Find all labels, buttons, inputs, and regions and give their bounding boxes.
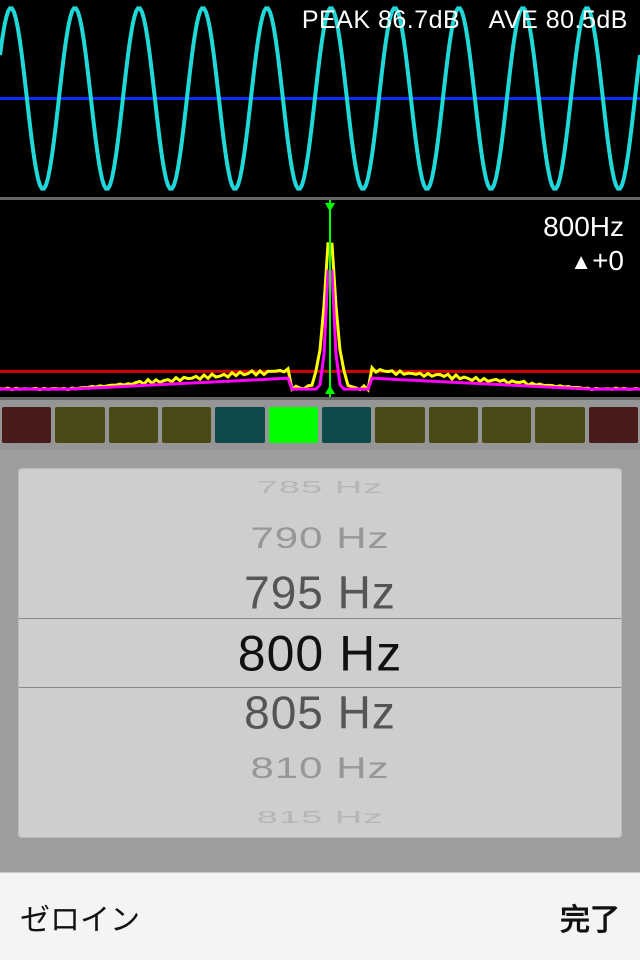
band-cell-8[interactable] <box>429 407 478 443</box>
picker-item[interactable]: 800 Hz <box>19 622 621 685</box>
spectrum-readout: 800Hz ▲+0 <box>543 210 624 277</box>
band-cell-4[interactable] <box>215 407 264 443</box>
done-button[interactable]: 完了 <box>560 895 620 939</box>
cursor-top-icon <box>325 203 335 212</box>
peak-label: PEAK <box>302 6 371 34</box>
cursor-bottom-icon <box>325 385 335 394</box>
picker-item[interactable]: 785 Hz <box>19 477 621 498</box>
band-cell-7[interactable] <box>375 407 424 443</box>
ave-label: AVE <box>489 6 539 34</box>
frequency-picker[interactable]: 785 Hz 790 Hz 795 Hz800 Hz805 Hz 810 Hz 815 … <box>18 468 622 838</box>
band-cell-5[interactable] <box>269 407 318 443</box>
band-cell-9[interactable] <box>482 407 531 443</box>
band-cell-0[interactable] <box>2 407 51 443</box>
band-cell-1[interactable] <box>55 407 104 443</box>
level-readout: PEAK 86.7dB AVE 80.5dB <box>0 6 628 35</box>
picker-item[interactable]: 790 Hz <box>19 520 621 557</box>
cursor-frequency: 800Hz <box>543 210 624 244</box>
band-cell-2[interactable] <box>109 407 158 443</box>
spectrum-panel: 800Hz ▲+0 <box>0 200 640 400</box>
cursor-delta: +0 <box>592 245 624 276</box>
picker-item[interactable]: 810 Hz <box>19 750 621 787</box>
band-cell-10[interactable] <box>535 407 584 443</box>
band-cell-3[interactable] <box>162 407 211 443</box>
zero-in-button[interactable]: ゼロイン <box>20 895 140 939</box>
band-cell-6[interactable] <box>322 407 371 443</box>
waveform-panel: PEAK 86.7dB AVE 80.5dB <box>0 0 640 200</box>
toolbar: ゼロイン 完了 <box>0 872 640 960</box>
tuning-band[interactable] <box>0 400 640 450</box>
band-cell-11[interactable] <box>589 407 638 443</box>
picker-item[interactable]: 815 Hz <box>19 807 621 828</box>
picker-item[interactable]: 805 Hz <box>19 684 621 742</box>
ave-value: 80.5dB <box>546 6 628 34</box>
peak-value: 86.7dB <box>378 6 460 34</box>
picker-column[interactable]: 785 Hz 790 Hz 795 Hz800 Hz805 Hz 810 Hz 815 … <box>19 468 621 838</box>
delta-icon: ▲ <box>570 249 592 274</box>
picker-item[interactable]: 795 Hz <box>19 564 621 622</box>
